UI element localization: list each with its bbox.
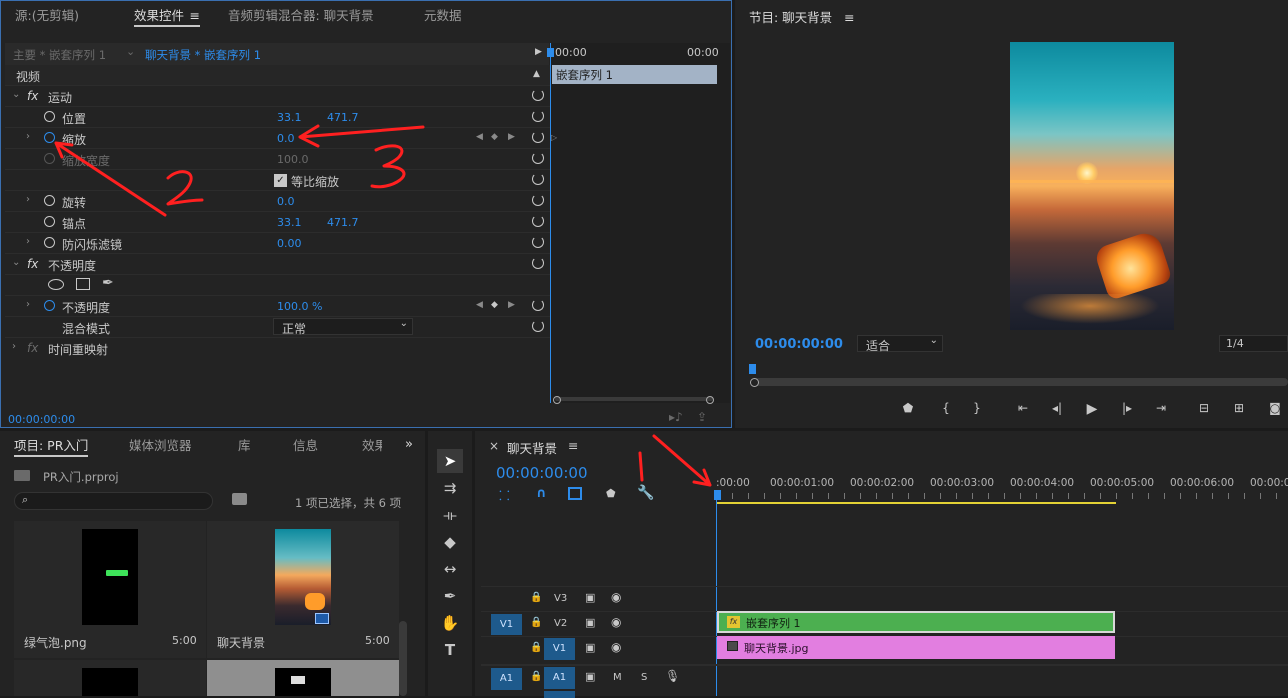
annotation-digit-3 <box>370 144 406 189</box>
annotation-arrow-1 <box>652 434 712 487</box>
annotation-digit-2 <box>166 170 204 206</box>
annotation-arrow-3 <box>298 124 425 148</box>
annotation-digit-1 <box>638 451 644 482</box>
annotation-arrow-2 <box>54 141 167 217</box>
annotation-overlay <box>54 124 712 487</box>
